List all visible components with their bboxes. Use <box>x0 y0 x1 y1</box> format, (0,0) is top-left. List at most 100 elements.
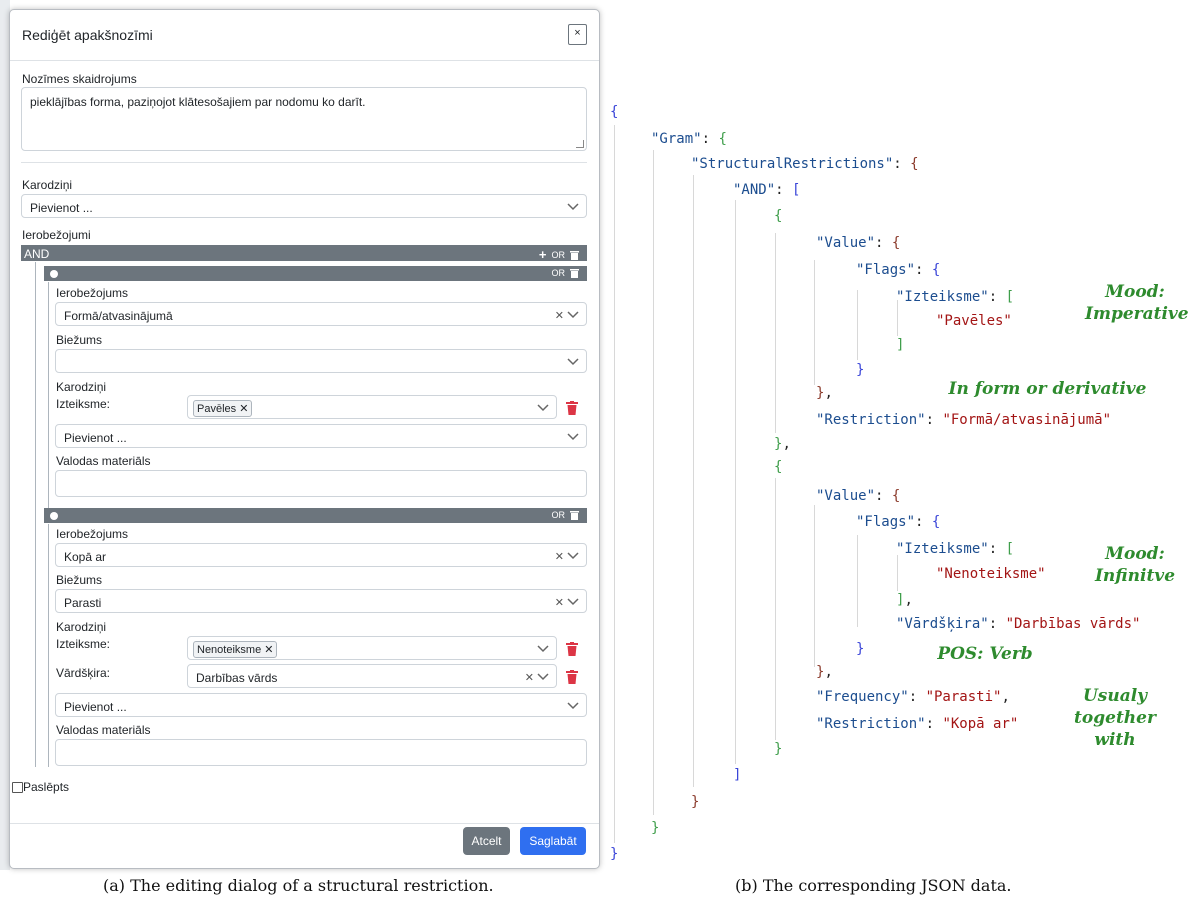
add-flag-placeholder: Pievienot ... <box>64 700 127 714</box>
trash-icon[interactable] <box>566 670 578 684</box>
chevron-down-icon <box>567 598 579 606</box>
gloss-text: pieklājības forma, paziņojot klātesošaji… <box>30 95 366 109</box>
json-key: "StructuralRestrictions" <box>691 156 894 172</box>
pos-label: Vārdšķira: <box>56 666 111 680</box>
flags-select-placeholder: Pievienot ... <box>30 201 93 215</box>
indent-guide <box>857 535 858 627</box>
json-line: "Frequency": "Parasti", <box>816 689 1010 705</box>
restriction-type-select[interactable]: Formā/atvasinājumā ✕ <box>55 302 587 326</box>
annotation-line: Usualy <box>1082 686 1148 706</box>
json-value: "Kopā ar" <box>942 716 1019 732</box>
resize-grip-icon[interactable] <box>576 140 584 148</box>
save-button[interactable]: Saglabāt <box>520 827 586 855</box>
json-value: "Nenoteiksme" <box>936 566 1046 582</box>
indent-guide <box>775 233 776 433</box>
trash-icon[interactable] <box>570 510 579 520</box>
json-line: } <box>651 820 660 836</box>
clear-icon[interactable]: ✕ <box>555 550 564 563</box>
or-button[interactable]: OR <box>552 250 566 260</box>
trash-icon[interactable] <box>566 401 578 415</box>
json-line: ] <box>733 767 742 783</box>
restrictions-label: Ierobežojumi <box>22 228 91 242</box>
clear-icon[interactable]: ✕ <box>555 309 564 322</box>
mood-tag[interactable]: Nenoteiksme ✕ <box>193 641 278 658</box>
clear-icon[interactable]: ✕ <box>525 671 534 684</box>
restriction-2-bar: OR <box>44 508 587 523</box>
gloss-label: Nozīmes skaidrojums <box>22 72 137 86</box>
hidden-checkbox[interactable] <box>12 782 23 793</box>
add-restriction-button[interactable]: + <box>539 247 547 262</box>
remove-tag-icon[interactable]: ✕ <box>264 644 273 656</box>
json-key: "Vārdšķira" <box>896 616 989 632</box>
caption-b: (b) The corresponding JSON data. <box>735 876 1012 895</box>
json-line: "Gram": { <box>651 131 727 147</box>
restriction-1-bar: OR <box>44 266 587 281</box>
annotation-line: with <box>1094 730 1136 750</box>
language-material-input[interactable] <box>55 470 587 497</box>
restriction-type-select[interactable]: Kopā ar ✕ <box>55 543 587 567</box>
frequency-value: Parasti <box>64 596 102 610</box>
json-line: }, <box>816 664 833 680</box>
indent-guide <box>857 290 858 360</box>
restriction-dot-icon <box>50 270 58 278</box>
remove-tag-icon[interactable]: ✕ <box>239 403 248 415</box>
add-flag-select[interactable]: Pievienot ... <box>55 693 587 717</box>
frequency-select[interactable] <box>55 349 587 373</box>
restriction-type-value: Formā/atvasinājumā <box>64 309 173 323</box>
json-line: } <box>691 794 700 810</box>
mood-select[interactable]: Nenoteiksme ✕ <box>187 636 557 660</box>
restriction-2-line <box>48 524 49 767</box>
close-button[interactable]: × <box>568 24 587 45</box>
annotation-usually-together: Usualy together with <box>1070 685 1160 751</box>
indent-guide <box>735 200 736 764</box>
json-line: "Value": { <box>816 235 901 251</box>
json-key: "Gram" <box>651 131 702 147</box>
json-key: "Flags" <box>856 514 916 530</box>
add-flag-select[interactable]: Pievienot ... <box>55 424 587 448</box>
or-button[interactable]: OR <box>552 510 566 520</box>
mood-tag-label: Nenoteiksme <box>197 644 262 656</box>
indent-guide <box>897 300 898 336</box>
language-material-input[interactable] <box>55 739 587 766</box>
chevron-down-icon <box>567 702 579 710</box>
edit-sense-dialog: Rediģēt apakšnozīmi × Nozīmes skaidrojum… <box>9 9 600 869</box>
json-line: "Restriction": "Kopā ar" <box>816 716 1019 732</box>
cancel-button[interactable]: Atcelt <box>463 827 510 855</box>
restriction-1-line <box>48 282 49 510</box>
chevron-down-icon <box>567 358 579 366</box>
trash-icon[interactable] <box>570 250 579 260</box>
add-flag-placeholder: Pievienot ... <box>64 431 127 445</box>
json-key: "Izteiksme" <box>896 541 989 557</box>
pos-select[interactable]: Darbības vārds ✕ <box>187 664 557 688</box>
annotation-line: together <box>1074 708 1156 728</box>
json-value: "Darbības vārds" <box>1005 616 1141 632</box>
json-line: "Vārdšķira": "Darbības vārds" <box>896 616 1141 632</box>
trash-icon[interactable] <box>570 268 579 278</box>
chevron-down-icon <box>567 311 579 319</box>
annotation-line: Mood: <box>1105 282 1165 302</box>
clear-icon[interactable]: ✕ <box>555 596 564 609</box>
or-button[interactable]: OR <box>552 268 566 278</box>
restriction-type-label: Ierobežojums <box>56 527 129 541</box>
flags-select[interactable]: Pievienot ... <box>21 194 587 218</box>
frequency-select[interactable]: Parasti ✕ <box>55 589 587 613</box>
json-key: "Flags" <box>856 262 916 278</box>
json-key: "AND" <box>733 182 776 198</box>
annotation-line: Mood: <box>1105 544 1165 564</box>
dialog-header: Rediģēt apakšnozīmi × <box>10 10 599 61</box>
json-value: "Formā/atvasinājumā" <box>942 412 1112 428</box>
indent-guide <box>614 125 615 843</box>
indent-guide <box>693 175 694 787</box>
mood-select[interactable]: Pavēles ✕ <box>187 395 557 419</box>
json-line: "Flags": { <box>856 514 941 530</box>
mood-tag[interactable]: Pavēles ✕ <box>193 400 253 417</box>
json-line: { <box>610 104 619 120</box>
flags-label: Karodziņi <box>22 178 73 192</box>
json-line: "Flags": { <box>856 262 941 278</box>
and-label: AND <box>24 247 50 261</box>
restriction-type-value: Kopā ar <box>64 550 107 564</box>
section-divider <box>21 162 587 163</box>
json-line: { <box>774 208 783 224</box>
trash-icon[interactable] <box>566 642 578 656</box>
gloss-textarea[interactable]: pieklājības forma, paziņojot klātesošaji… <box>21 87 587 151</box>
